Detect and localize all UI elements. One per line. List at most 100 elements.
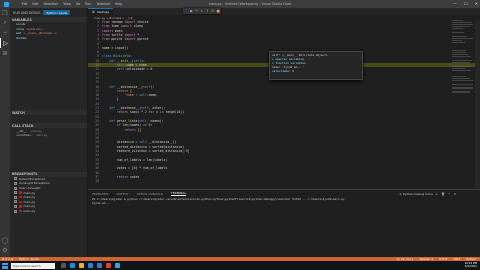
terminal-output[interactable]: PS C:\Users\Ajuda> & python c:\Users\Aju… (88, 197, 480, 207)
python-file-icon: ⌘ (92, 10, 95, 14)
variable-name: Globals (16, 36, 27, 41)
extensions-icon[interactable]: ⊞ (0, 48, 10, 58)
run-debug-icon[interactable]: ▷ (0, 38, 10, 48)
menu-item-terminal[interactable]: Terminal (96, 2, 109, 6)
minimap-line (452, 27, 463, 30)
stop-icon[interactable]: ■ (216, 9, 219, 13)
menu-item-help[interactable]: Help (115, 2, 122, 6)
terminal-line: Ajuda em... (92, 200, 111, 205)
minimap-line (452, 31, 464, 34)
account-icon[interactable]: ◯ (0, 235, 10, 245)
callstack-list: __init__ main.py <module> main.py (10, 128, 87, 138)
start-debugging-button[interactable]: Python: Ajuda (43, 10, 71, 15)
chrome-icon[interactable] (106, 263, 111, 268)
add-terminal-icon[interactable]: + (436, 192, 439, 196)
step-out-icon[interactable]: ↑ (206, 9, 209, 13)
menu-item-go[interactable]: Go (76, 2, 80, 6)
close-icon[interactable]: ✕ (475, 1, 478, 6)
menu-item-run[interactable]: Run (85, 2, 91, 6)
mail-icon[interactable] (97, 263, 102, 268)
step-over-icon[interactable]: ↷ (195, 9, 198, 13)
panel-tab-debug-console[interactable]: DEBUG CONSOLE (137, 192, 163, 196)
minimap[interactable] (452, 20, 474, 110)
source-control-icon[interactable]: ⑂ (0, 28, 10, 38)
breakpoint-checkbox[interactable] (14, 181, 17, 185)
menu-item-selection[interactable]: Selection (44, 2, 59, 6)
windows-start-icon[interactable] (2, 262, 8, 269)
store-icon[interactable] (88, 263, 93, 268)
breakpoint-label: main.py (23, 204, 36, 209)
variable-name: Locals (16, 22, 25, 27)
minimap-line (452, 87, 473, 89)
variable-value: <__main__.Bicicleta...> (23, 31, 57, 36)
menu-item-file[interactable]: File (22, 2, 27, 6)
vertical-scrollbar[interactable] (475, 20, 480, 189)
breakpoint-dot-icon (19, 200, 22, 204)
editor-area: ⌘ main.py main.py > Bicicleta > __init__… (88, 8, 480, 189)
taskbar-clock[interactable]: 10:41 PM 6/1/2021 (464, 261, 477, 269)
code-view[interactable]: 1 from random import choice 2 from time imp… (88, 20, 480, 189)
taskbar-search-input[interactable]: Type here to search (11, 262, 55, 269)
breakpoint-dot-icon (19, 209, 22, 213)
maximize-icon[interactable]: ☐ (464, 1, 468, 6)
explorer-icon[interactable]: ❐ (0, 8, 10, 18)
bottom-panel: PROBLEMS OUTPUT DEBUG CONSOLE TERMINAL 1: Py… (88, 189, 480, 257)
step-into-icon[interactable]: ↓ (201, 9, 204, 13)
code-line[interactable]: 38 (88, 179, 480, 183)
breakpoint-checkbox[interactable] (14, 204, 17, 208)
menu-bar: File Edit Selection View Go Run Terminal Help (0, 2, 122, 6)
tooltip-value: : 0 (288, 69, 294, 73)
panel-actions: 1: Python Debug Cons + 🗑 ^ ✕ (399, 192, 456, 196)
debug-sidebar: RUN AND DEBUG Python: Ajuda VARIABLES Lo… (10, 8, 88, 257)
menu-item-edit[interactable]: Edit (32, 2, 38, 6)
tab-main-py[interactable]: ⌘ main.py (88, 8, 114, 15)
menu-item-view[interactable]: View (63, 2, 71, 6)
frame-file: main.py (30, 128, 43, 133)
panel-tab-terminal[interactable]: TERMINAL (170, 191, 187, 196)
drag-handle-icon[interactable]: ⋮ (184, 9, 188, 13)
window-controls: — ☐ ✕ (453, 1, 478, 6)
title-bar: File Edit Selection View Go Run Terminal Help m… (0, 0, 480, 8)
breakpoint-checkbox[interactable] (14, 186, 17, 190)
minimap-line (452, 91, 470, 93)
edge-browser-icon[interactable] (70, 263, 75, 268)
minimap-line (452, 61, 470, 63)
maximize-panel-icon[interactable]: ^ (448, 192, 451, 196)
debug-toolbar: ⋮ ▶ ↷ ↓ ↑ ↻ ■ (183, 8, 221, 14)
breakpoint-label: User Uncaught (19, 186, 41, 191)
breakpoint-checkbox[interactable] (14, 209, 17, 213)
gear-icon[interactable]: ⚙ (0, 245, 10, 255)
variable-hover-tooltip: self: <__main__.Bicicleta object> > speci… (269, 51, 363, 80)
trash-icon[interactable]: 🗑 (441, 192, 445, 196)
editor-tabs: ⌘ main.py (88, 8, 480, 15)
close-panel-icon[interactable]: ✕ (453, 192, 456, 196)
search-icon[interactable]: ⌕ (0, 18, 10, 28)
vscode-logo-icon (4, 1, 9, 7)
vscode-taskbar-icon[interactable] (115, 263, 120, 268)
breakpoint-checkbox[interactable] (14, 177, 17, 181)
breakpoint-checkbox[interactable] (14, 195, 17, 199)
tab-label: main.py (97, 10, 110, 14)
minimap-line (452, 69, 471, 71)
breakpoint-label: main.py (23, 195, 36, 200)
breakpoint-dot-icon (19, 191, 22, 194)
minimap-line (452, 55, 471, 57)
panel-tabs: PROBLEMS OUTPUT DEBUG CONSOLE TERMINAL 1: Py… (88, 190, 480, 197)
continue-icon[interactable]: ▶ (190, 9, 193, 13)
breakpoint-dot-icon (19, 195, 22, 199)
task-view-icon[interactable] (61, 263, 66, 268)
tooltip-row[interactable]: velocidade: 0 (272, 69, 360, 73)
file-explorer-icon[interactable] (79, 263, 84, 268)
frame-file: main.py (35, 133, 48, 138)
minimap-line (452, 83, 473, 85)
breakpoint-dot-icon (19, 205, 22, 208)
restart-icon[interactable]: ↻ (211, 9, 214, 13)
panel-tab-problems[interactable]: PROBLEMS (92, 192, 108, 196)
breakpoint-row[interactable]: main.py (10, 209, 87, 214)
minimize-icon[interactable]: — (453, 1, 457, 6)
breakpoint-checkbox[interactable] (14, 200, 17, 204)
panel-tab-output[interactable]: OUTPUT (116, 192, 128, 196)
line-number: 38 (95, 179, 99, 184)
terminal-selector[interactable]: 1: Python Debug Cons (399, 192, 432, 196)
breakpoint-checkbox[interactable] (14, 191, 17, 195)
